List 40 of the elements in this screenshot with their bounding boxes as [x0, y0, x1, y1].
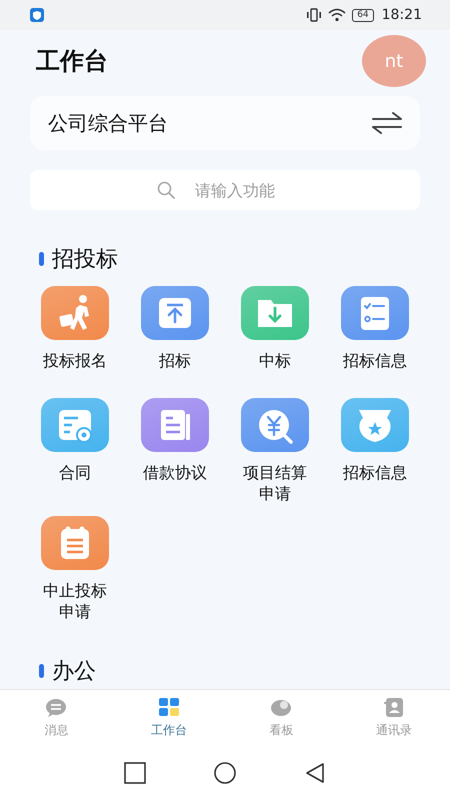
platform-card[interactable]: 公司综合平台: [30, 96, 420, 150]
app-tile[interactable]: [41, 286, 109, 340]
tab-icon: [382, 696, 405, 718]
function-label[interactable]: 投标报名: [41, 350, 109, 371]
app-tile[interactable]: [41, 398, 109, 452]
function-label[interactable]: 招标: [141, 350, 209, 371]
shield-app-icon: [30, 8, 44, 22]
app-tile[interactable]: [241, 398, 309, 452]
wifi-icon: [328, 8, 346, 22]
function-label[interactable]: 项目结算申请: [241, 462, 309, 504]
function-label[interactable]: 中标: [241, 350, 309, 371]
switch-icon[interactable]: [372, 111, 402, 135]
function-label[interactable]: 招标信息: [341, 350, 409, 371]
app-tile[interactable]: [41, 516, 109, 570]
search-icon: [157, 181, 175, 199]
search-field[interactable]: 请输入功能: [30, 170, 420, 210]
page-title: 工作台: [36, 46, 108, 77]
app-tile[interactable]: [341, 286, 409, 340]
nav-tab[interactable]: 工作台: [112, 690, 225, 745]
function-label[interactable]: 招标信息: [341, 462, 409, 483]
vibrate-icon: [306, 8, 322, 22]
section-marker: [39, 252, 44, 266]
app-tile[interactable]: [141, 398, 209, 452]
platform-name: 公司综合平台: [48, 110, 168, 136]
function-label[interactable]: 合同: [41, 462, 109, 483]
app-tile[interactable]: [241, 286, 309, 340]
section-marker: [39, 664, 44, 678]
home-icon[interactable]: [212, 760, 237, 784]
recent-apps-icon[interactable]: [124, 762, 146, 784]
back-icon[interactable]: [304, 762, 326, 784]
app-tile[interactable]: [141, 286, 209, 340]
function-label[interactable]: 借款协议: [141, 462, 209, 483]
tab-icon: [158, 696, 180, 718]
status-time: 18:21: [382, 7, 422, 23]
tab-icon: [45, 696, 68, 718]
battery-level: 64: [352, 8, 374, 22]
section-title: 办公: [52, 658, 96, 686]
function-label[interactable]: 中止投标申请: [41, 580, 109, 622]
section-title: 招投标: [52, 246, 118, 274]
app-tile[interactable]: [341, 398, 409, 452]
